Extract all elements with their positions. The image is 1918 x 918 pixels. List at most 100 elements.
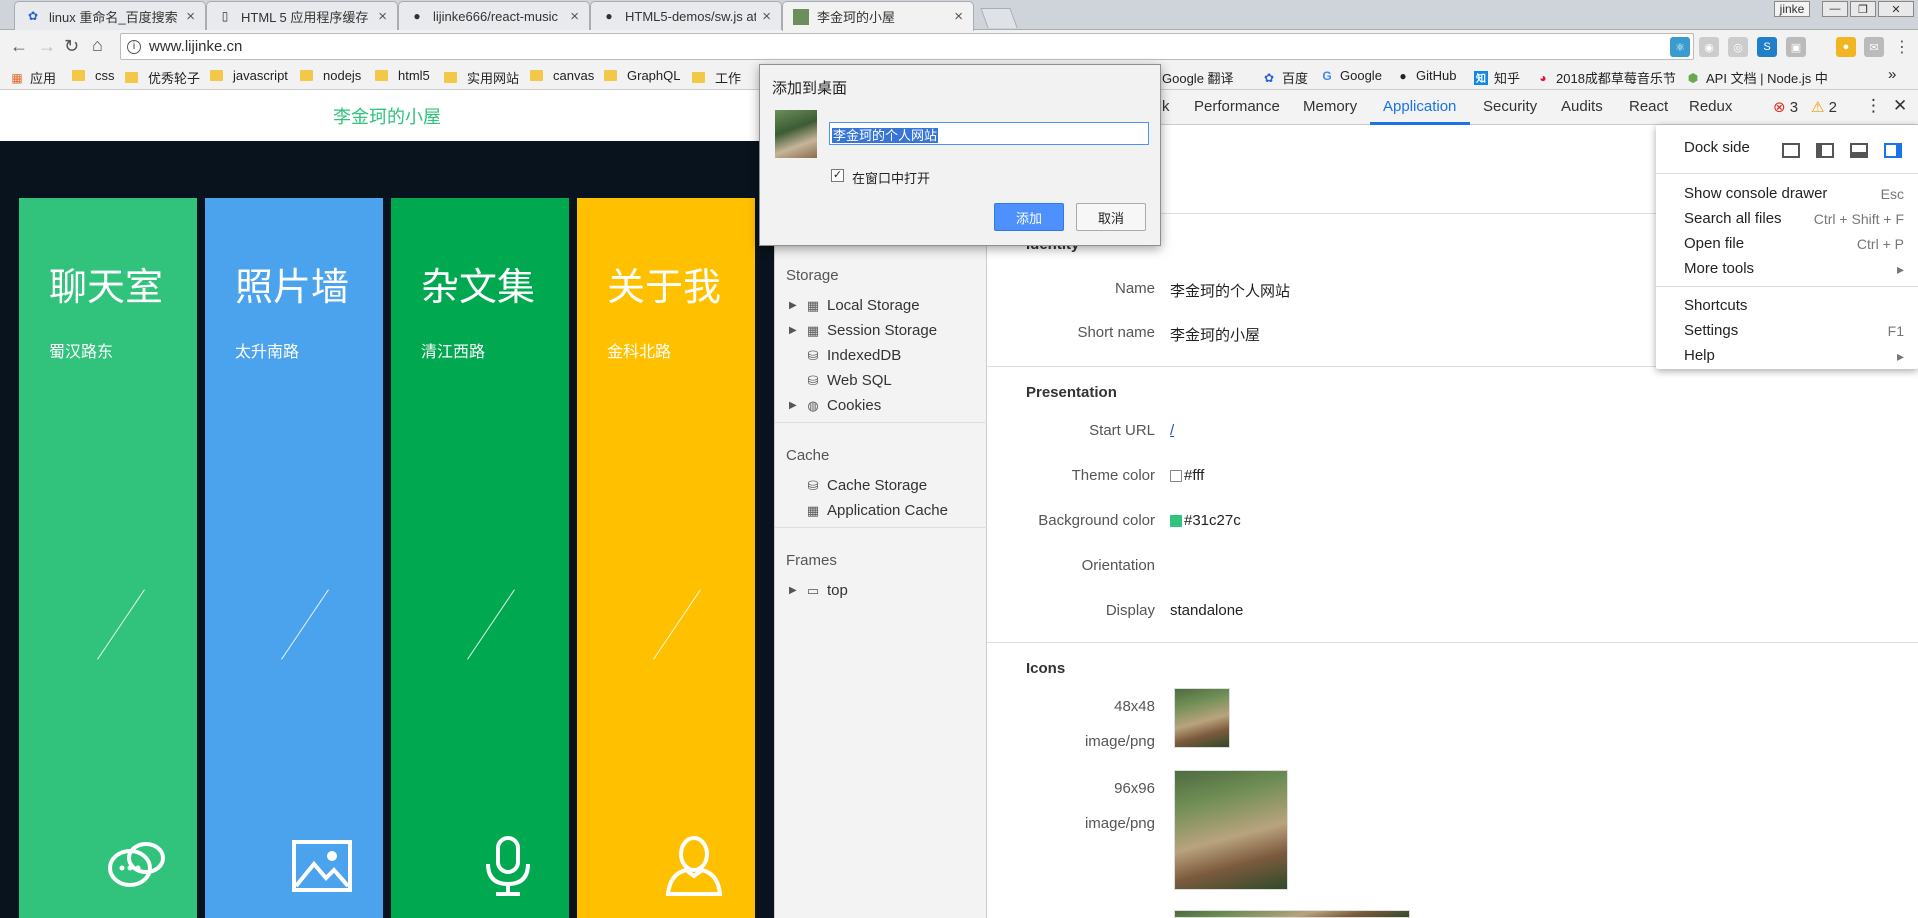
sidebar-item-indexeddb[interactable]: ⛁ IndexedDB [789,347,902,364]
extension-icon[interactable]: ▣ [1786,37,1806,57]
bookmark-nodejs-api[interactable]: ⬢ API 文档 | Node.js 中 [1686,68,1872,87]
tab-memory[interactable]: Memory [1303,98,1357,115]
notification-icon[interactable]: ● [1836,37,1856,57]
menu-shortcuts[interactable]: Shortcuts [1684,297,1747,314]
bookmark-folder[interactable]: canvas [530,68,594,83]
minimize-button[interactable]: — [1822,1,1848,17]
devtools-menu-icon[interactable]: ⋮ [1865,96,1882,116]
bookmark-google[interactable]: G Google [1320,68,1382,83]
site-title: 李金珂的小屋 [333,106,441,127]
bookmark-folder[interactable]: 工作 [692,68,741,87]
sidebar-item-web-sql[interactable]: ⛁ Web SQL [789,372,892,389]
tab-redux[interactable]: Redux [1689,98,1732,115]
zhihu-icon: 知 [1474,70,1488,85]
info-icon[interactable]: i [127,39,141,54]
bookmark-folder[interactable]: javascript [210,68,288,83]
profile-button[interactable]: jinke [1774,1,1810,17]
bookmark-apps[interactable]: ▦ 应用 [10,68,56,87]
tab-react[interactable]: React [1629,98,1668,115]
tab-lijinke-site[interactable]: 李金珂的小屋 × [782,1,974,31]
expand-arrow-icon[interactable]: ▶ [789,300,801,311]
storage-section-title: Storage [786,267,839,284]
maximize-button[interactable]: ❐ [1850,1,1876,17]
expand-arrow-icon[interactable]: ▶ [789,400,801,411]
bookmark-folder[interactable]: nodejs [300,68,361,83]
close-icon[interactable]: × [378,8,387,25]
new-tab-button[interactable] [980,8,1018,28]
menu-search-all-files[interactable]: Search all files [1684,210,1782,227]
add-button[interactable]: 添加 [994,203,1064,231]
devtools-close-icon[interactable]: ✕ [1893,96,1907,116]
menu-help[interactable]: Help [1684,347,1715,364]
forward-icon[interactable]: → [38,36,56,57]
react-devtools-icon[interactable]: ⚛ [1670,37,1690,57]
undock-icon[interactable] [1782,143,1800,158]
close-icon[interactable]: × [570,8,579,25]
close-icon[interactable]: × [762,8,771,25]
tab-github-sw-js[interactable]: ● HTML5-demos/sw.js at × [590,1,782,30]
bookmark-zhihu[interactable]: 知知乎 [1474,68,1520,87]
open-in-window-checkbox[interactable]: ✓ [831,169,844,182]
menu-icon[interactable]: ⋮ [1892,37,1912,57]
database-icon: ⛁ [807,477,819,493]
bookmark-folder[interactable]: html5 [375,68,430,83]
sidebar-item-cookies[interactable]: ▶ ◍ Cookies [789,397,881,414]
card-essays[interactable]: 杂文集 清江西路 [391,198,569,918]
app-name-input[interactable]: 李金珂的个人网站 [829,122,1149,145]
back-icon[interactable]: ← [10,36,28,57]
expand-arrow-icon[interactable]: ▶ [789,325,801,336]
card-photo-wall[interactable]: 照片墙 太升南路 [205,198,383,918]
dock-bottom-icon[interactable] [1850,143,1868,158]
bookmarks-overflow-button[interactable]: » [1888,66,1896,83]
s-extension-icon[interactable]: S [1757,37,1777,57]
close-icon[interactable]: × [186,8,195,25]
extension-icon[interactable]: ◎ [1728,37,1748,57]
bookmark-strawberry-festival[interactable]: ◕ 2018成都草莓音乐节 [1536,68,1676,87]
close-icon[interactable]: × [954,8,963,25]
sidebar-item-local-storage[interactable]: ▶ ▦ Local Storage [789,297,920,314]
bookmark-google-translate[interactable]: Google 翻译 [1162,68,1234,87]
sidebar-item-session-storage[interactable]: ▶ ▦ Session Storage [789,322,937,339]
menu-show-console-drawer[interactable]: Show console drawer [1684,185,1827,202]
tab-application[interactable]: Application [1383,98,1456,115]
card-subtitle: 太升南路 [235,344,300,361]
sidebar-item-application-cache[interactable]: ▦ Application Cache [789,502,948,519]
expand-arrow-icon[interactable]: ▶ [789,585,801,596]
menu-more-tools[interactable]: More tools [1684,260,1754,277]
error-count-icon[interactable]: ⊗ 3 [1773,98,1798,116]
sidebar-item-cache-storage[interactable]: ⛁ Cache Storage [789,477,928,494]
card-title: 聊天室 [49,267,164,309]
tab-security[interactable]: Security [1483,98,1537,115]
tab-audits[interactable]: Audits [1561,98,1603,115]
start-url-link[interactable]: / [1170,422,1174,439]
bookmark-baidu[interactable]: ✿ 百度 [1262,68,1308,87]
tab-github-react-music[interactable]: ● lijinke666/react-music × [398,1,590,30]
bookmark-folder[interactable]: GraphQL [604,68,680,83]
window-close-button[interactable]: ✕ [1878,1,1914,17]
card-chatroom[interactable]: 聊天室 蜀汉路东 [19,198,197,918]
manifest-icon-48-image [1174,688,1230,748]
sidebar-item-frame-top[interactable]: ▶ ▭ top [789,582,848,599]
warning-count-icon[interactable]: ⚠ 2 [1811,98,1837,116]
reload-icon[interactable]: ↻ [64,36,79,57]
tab-network-partial[interactable]: k [1162,98,1170,115]
bookmark-folder[interactable]: 实用网站 [444,68,519,87]
cancel-button[interactable]: 取消 [1076,203,1146,231]
mail-icon[interactable]: ✉ [1864,37,1884,57]
menu-settings[interactable]: Settings [1684,322,1738,339]
extension-icon[interactable]: ◉ [1699,37,1719,57]
meteor-streak [97,589,145,660]
dock-left-icon[interactable] [1816,143,1834,158]
bookmark-github[interactable]: ● GitHub [1396,68,1456,83]
dock-right-icon[interactable] [1884,143,1902,158]
address-bar[interactable]: i www.lijinke.cn ☆ [120,33,1694,60]
bookmark-folder[interactable]: 优秀轮子 [125,68,200,87]
tab-baidu-search[interactable]: ✿ linux 重命名_百度搜索 × [14,1,206,30]
orientation-label: Orientation [1081,557,1155,574]
tab-html5-appcache[interactable]: ▯ HTML 5 应用程序缓存 × [206,1,398,30]
home-icon[interactable]: ⌂ [92,35,103,56]
menu-open-file[interactable]: Open file [1684,235,1744,252]
bookmark-folder[interactable]: css [72,68,115,83]
card-about-me[interactable]: 关于我 金科北路 [577,198,755,918]
tab-performance[interactable]: Performance [1194,98,1280,115]
